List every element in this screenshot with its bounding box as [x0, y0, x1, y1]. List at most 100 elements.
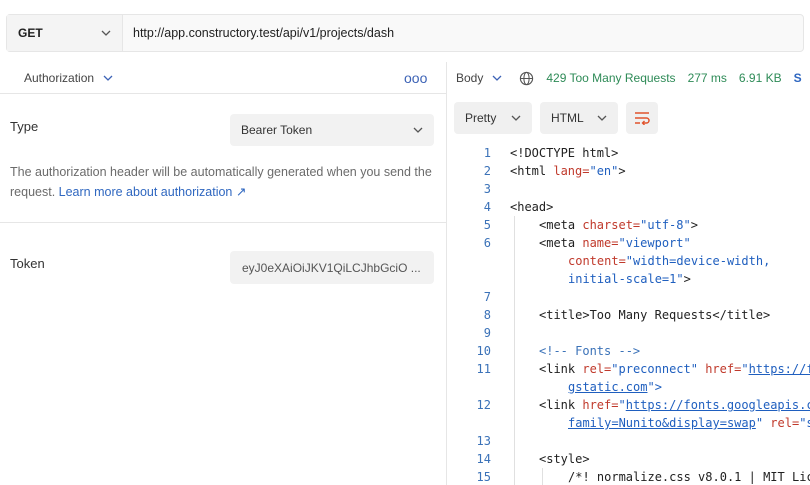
line-number: 7	[483, 290, 491, 304]
code-token: "utf-8"	[640, 218, 691, 232]
code-token: charset=	[582, 218, 641, 232]
save-response-button[interactable]: S	[794, 71, 802, 85]
auth-tab-label: Authorization	[24, 71, 95, 85]
code-token: "width=device-width,	[625, 254, 771, 268]
code-link[interactable]: gstatic.com	[568, 380, 647, 394]
code-line: family=Nunito&display=swap" rel="s	[568, 416, 810, 430]
code-token: <html	[510, 164, 554, 178]
format-label: Pretty	[465, 111, 497, 125]
method-label: GET	[18, 26, 43, 40]
body-tab[interactable]: Body	[456, 71, 502, 85]
code-line: content="width=device-width,	[568, 254, 770, 268]
code-token: /*! normalize.css v8.0.1 | MIT Lic	[568, 470, 810, 484]
chevron-down-icon	[413, 127, 423, 133]
wrap-lines-icon	[635, 112, 650, 125]
indent-guide	[542, 468, 543, 485]
line-number: 9	[483, 326, 491, 340]
auth-info: The authorization header will be automat…	[10, 162, 440, 202]
code-token: <meta	[539, 218, 583, 232]
code-token: >	[690, 218, 698, 232]
code-token: rel=	[763, 416, 800, 430]
code-token: "	[618, 398, 626, 412]
token-input[interactable]: eyJ0eXAiOiJKV1QiLCJhbGciO ...	[230, 251, 434, 284]
body-tab-label: Body	[456, 71, 484, 85]
code-token: >	[618, 164, 626, 178]
response-size[interactable]: 6.91 KB	[739, 71, 782, 85]
response-header: Body 429 Too Many Requests 277 ms 6.91 K…	[447, 62, 810, 94]
code-token: ">	[647, 380, 662, 394]
code-token: name=	[582, 236, 619, 250]
indent-guide	[514, 216, 515, 485]
code-line: <meta charset="utf-8">	[539, 218, 698, 232]
line-number: 13	[476, 434, 491, 448]
method-select[interactable]: GET	[7, 15, 123, 51]
code-token: "en"	[589, 164, 619, 178]
auth-type-select[interactable]: Bearer Token	[230, 114, 434, 146]
learn-more-link[interactable]: Learn more about authorization ↗	[59, 185, 247, 199]
more-options-icon[interactable]: ooo	[404, 71, 427, 85]
line-number: 10	[476, 344, 491, 358]
auth-type-value: Bearer Token	[241, 123, 313, 137]
code-token: rel=	[582, 362, 612, 376]
code-link[interactable]: https://fonts.googleapis.c	[626, 398, 810, 412]
code-line: <!DOCTYPE html>	[510, 146, 618, 160]
url-text: http://app.constructory.test/api/v1/proj…	[133, 26, 395, 40]
line-number: 11	[476, 362, 491, 376]
code-line: initial-scale=1">	[568, 272, 691, 286]
code-token: >	[683, 272, 691, 286]
status-badge[interactable]: 429 Too Many Requests	[546, 71, 675, 85]
line-number: 12	[476, 398, 491, 412]
line-number: 1	[483, 146, 491, 160]
format-select[interactable]: Pretty	[454, 102, 532, 134]
token-label: Token	[10, 256, 45, 271]
code-line: <link rel="preconnect" href="https://f	[539, 362, 810, 376]
code-token: initial-scale=1"	[568, 272, 684, 286]
divider	[0, 222, 446, 223]
code-token: "	[755, 416, 764, 430]
code-line: /*! normalize.css v8.0.1 | MIT Lic	[568, 470, 810, 484]
auth-header: Authorization ooo	[0, 62, 446, 94]
line-number: 8	[483, 308, 491, 322]
url-input[interactable]: http://app.constructory.test/api/v1/proj…	[123, 15, 803, 51]
code-token: <link	[539, 398, 583, 412]
code-line: <!-- Fonts -->	[539, 344, 640, 358]
code-token: content=	[568, 254, 626, 268]
code-line: <link href="https://fonts.googleapis.c	[539, 398, 810, 412]
code-link[interactable]: https://f	[749, 362, 810, 376]
code-token: <meta	[539, 236, 583, 250]
code-token: "	[741, 362, 749, 376]
code-token: <!-- Fonts -->	[539, 344, 641, 358]
chevron-down-icon	[597, 115, 607, 121]
code-token: <link	[539, 362, 583, 376]
language-label: HTML	[551, 111, 584, 125]
response-body-code[interactable]: 1 2 3 4 5 6 7 8 9 10 11 12 13 14 15 <!DO…	[447, 144, 810, 485]
code-token: <title>Too Many Requests</title>	[539, 308, 771, 322]
line-number: 2	[483, 164, 491, 178]
wrap-lines-button[interactable]	[626, 102, 658, 134]
line-number: 15	[476, 470, 491, 484]
chevron-down-icon	[511, 115, 521, 121]
code-token: href=	[697, 362, 742, 376]
line-number: 5	[483, 218, 491, 232]
response-time[interactable]: 277 ms	[688, 71, 727, 85]
code-line: <title>Too Many Requests</title>	[539, 308, 770, 322]
code-line: gstatic.com">	[568, 380, 662, 394]
line-number: 6	[483, 236, 491, 250]
code-token: <!DOCTYPE html>	[510, 146, 619, 160]
code-line: <head>	[510, 200, 553, 214]
code-token: "viewport"	[618, 236, 691, 250]
auth-type-dropdown[interactable]: Authorization	[24, 71, 113, 85]
type-label: Type	[10, 119, 39, 134]
code-token: lang=	[553, 164, 590, 178]
globe-icon[interactable]	[519, 71, 534, 86]
line-number: 14	[476, 452, 491, 466]
code-line: <html lang="en">	[510, 164, 626, 178]
code-token: "preconnect"	[611, 362, 698, 376]
code-token: href=	[582, 398, 619, 412]
request-bar: GET http://app.constructory.test/api/v1/…	[6, 14, 804, 52]
code-link[interactable]: family=Nunito&display=swap	[568, 416, 756, 430]
chevron-down-icon	[492, 75, 502, 81]
chevron-down-icon	[101, 30, 111, 36]
code-token: "s	[799, 416, 810, 430]
language-select[interactable]: HTML	[540, 102, 618, 134]
